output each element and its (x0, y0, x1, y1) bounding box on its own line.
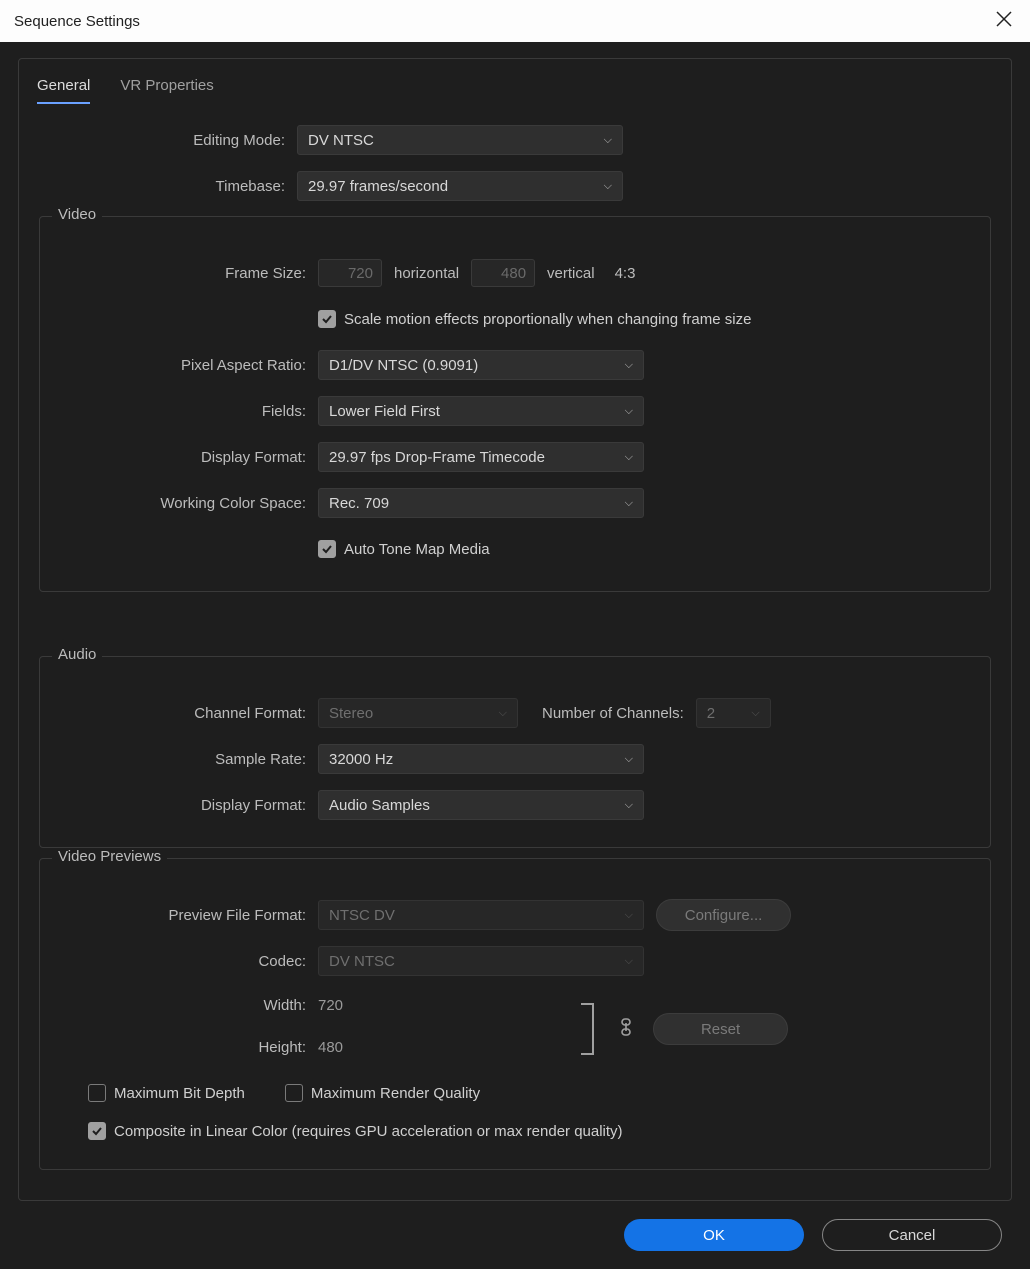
timebase-dropdown[interactable]: 29.97 frames/second ⌵ (297, 171, 623, 201)
channel-format-label: Channel Format: (50, 705, 318, 722)
sample-rate-dropdown[interactable]: 32000 Hz ⌵ (318, 744, 644, 774)
channel-format-dropdown: Stereo ⌵ (318, 698, 518, 728)
tab-general[interactable]: General (37, 67, 90, 104)
pixel-aspect-ratio-value: D1/DV NTSC (0.9091) (329, 357, 478, 374)
preview-file-format-label: Preview File Format: (50, 907, 318, 924)
video-previews-fieldset: Video Previews Preview File Format: NTSC… (39, 858, 991, 1170)
num-channels-dropdown: 2 ⌵ (696, 698, 771, 728)
chevron-down-icon: ⌵ (625, 799, 633, 812)
audio-legend: Audio (52, 646, 102, 663)
video-display-format-value: 29.97 fps Drop-Frame Timecode (329, 449, 545, 466)
audio-fieldset: Audio Channel Format: Stereo ⌵ Number of… (39, 656, 991, 848)
sample-rate-value: 32000 Hz (329, 751, 393, 768)
chevron-down-icon: ⌵ (625, 909, 633, 922)
auto-tone-map-checkbox[interactable]: Auto Tone Map Media (318, 540, 490, 558)
window-title: Sequence Settings (14, 13, 140, 30)
tab-vr-properties[interactable]: VR Properties (120, 67, 213, 104)
sample-rate-label: Sample Rate: (50, 751, 318, 768)
timebase-label: Timebase: (29, 178, 297, 195)
frame-height-input: 480 (471, 259, 535, 287)
link-bracket-icon (577, 1002, 599, 1056)
fields-label: Fields: (50, 403, 318, 420)
preview-file-format-dropdown: NTSC DV ⌵ (318, 900, 644, 930)
chevron-down-icon: ⌵ (499, 707, 507, 720)
working-color-space-label: Working Color Space: (50, 495, 318, 512)
chevron-down-icon: ⌵ (625, 405, 633, 418)
fields-dropdown[interactable]: Lower Field First ⌵ (318, 396, 644, 426)
auto-tone-map-label: Auto Tone Map Media (344, 541, 490, 558)
chevron-down-icon: ⌵ (604, 180, 612, 193)
audio-display-format-dropdown[interactable]: Audio Samples ⌵ (318, 790, 644, 820)
video-previews-legend: Video Previews (52, 848, 167, 865)
tab-bar: General VR Properties (19, 59, 1011, 104)
horizontal-text: horizontal (394, 265, 459, 282)
chevron-down-icon: ⌵ (604, 134, 612, 147)
preview-file-format-value: NTSC DV (329, 907, 395, 924)
channel-format-value: Stereo (329, 705, 373, 722)
num-channels-value: 2 (707, 705, 715, 722)
configure-button: Configure... (656, 899, 791, 931)
editing-mode-value: DV NTSC (308, 132, 374, 149)
dialog-footer: OK Cancel (18, 1201, 1012, 1251)
chevron-down-icon: ⌵ (751, 707, 759, 720)
timebase-value: 29.97 frames/second (308, 178, 448, 195)
chevron-down-icon: ⌵ (625, 359, 633, 372)
aspect-ratio-text: 4:3 (615, 265, 636, 282)
reset-button: Reset (653, 1013, 788, 1045)
fields-value: Lower Field First (329, 403, 440, 420)
pixel-aspect-ratio-label: Pixel Aspect Ratio: (50, 357, 318, 374)
cancel-button[interactable]: Cancel (822, 1219, 1002, 1251)
chevron-down-icon: ⌵ (625, 753, 633, 766)
frame-width-input: 720 (318, 259, 382, 287)
max-render-quality-checkbox[interactable]: Maximum Render Quality (285, 1084, 480, 1102)
composite-linear-checkbox[interactable]: Composite in Linear Color (requires GPU … (88, 1122, 623, 1140)
preview-width-value: 720 (318, 997, 343, 1014)
working-color-space-value: Rec. 709 (329, 495, 389, 512)
max-bit-depth-label: Maximum Bit Depth (114, 1085, 245, 1102)
preview-height-value: 480 (318, 1039, 343, 1056)
pixel-aspect-ratio-dropdown[interactable]: D1/DV NTSC (0.9091) ⌵ (318, 350, 644, 380)
chevron-down-icon: ⌵ (625, 955, 633, 968)
preview-width-label: Width: (50, 997, 318, 1014)
codec-dropdown: DV NTSC ⌵ (318, 946, 644, 976)
scale-motion-checkbox[interactable]: Scale motion effects proportionally when… (318, 310, 751, 328)
title-bar: Sequence Settings (0, 0, 1030, 42)
settings-panel: General VR Properties Editing Mode: DV N… (18, 58, 1012, 1201)
link-icon[interactable] (611, 1018, 641, 1041)
codec-label: Codec: (50, 953, 318, 970)
vertical-text: vertical (547, 265, 595, 282)
composite-linear-label: Composite in Linear Color (requires GPU … (114, 1123, 623, 1140)
editing-mode-label: Editing Mode: (29, 132, 297, 149)
codec-value: DV NTSC (329, 953, 395, 970)
video-fieldset: Video Frame Size: 720 horizontal 480 ver… (39, 216, 991, 592)
close-icon[interactable] (992, 10, 1016, 33)
preview-height-label: Height: (50, 1039, 318, 1056)
audio-display-format-label: Display Format: (50, 797, 318, 814)
ok-button[interactable]: OK (624, 1219, 804, 1251)
chevron-down-icon: ⌵ (625, 451, 633, 464)
audio-display-format-value: Audio Samples (329, 797, 430, 814)
video-legend: Video (52, 206, 102, 223)
chevron-down-icon: ⌵ (625, 497, 633, 510)
max-render-quality-label: Maximum Render Quality (311, 1085, 480, 1102)
video-display-format-label: Display Format: (50, 449, 318, 466)
frame-size-label: Frame Size: (50, 265, 318, 282)
editing-mode-dropdown[interactable]: DV NTSC ⌵ (297, 125, 623, 155)
num-channels-label: Number of Channels: (542, 705, 684, 722)
max-bit-depth-checkbox[interactable]: Maximum Bit Depth (88, 1084, 245, 1102)
working-color-space-dropdown[interactable]: Rec. 709 ⌵ (318, 488, 644, 518)
scale-motion-label: Scale motion effects proportionally when… (344, 311, 751, 328)
video-display-format-dropdown[interactable]: 29.97 fps Drop-Frame Timecode ⌵ (318, 442, 644, 472)
